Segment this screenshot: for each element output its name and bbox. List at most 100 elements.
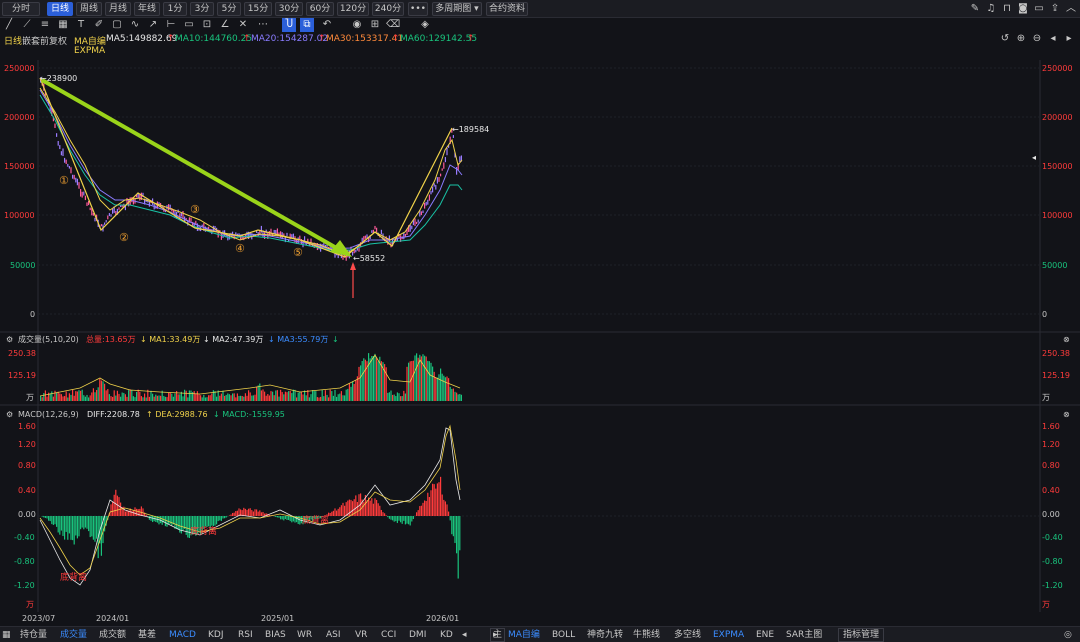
price-candle: [283, 233, 285, 236]
volume-ma2: ↓ MA2:47.39万: [203, 335, 263, 344]
tab-wr[interactable]: WR: [297, 628, 312, 642]
volume-bar: [273, 395, 275, 401]
volume-bar: [211, 393, 213, 401]
macd-bar: [344, 505, 346, 516]
macd-close-icon[interactable]: ⊗: [1063, 410, 1070, 419]
price-candle: [438, 176, 440, 182]
volume-bar: [51, 391, 53, 401]
tab-bias[interactable]: BIAS: [265, 628, 286, 642]
tab-bull-bear[interactable]: 牛熊线: [633, 628, 660, 642]
volume-bar: [267, 394, 269, 401]
tab-long-short[interactable]: 多空线: [674, 628, 701, 642]
volume-bar: [254, 394, 256, 401]
grid-icon[interactable]: ▦: [2, 628, 11, 642]
volume-bar: [361, 360, 363, 401]
macd-bar: [80, 516, 82, 530]
volume-bar: [73, 395, 75, 401]
tabs-left-arrow-icon[interactable]: ◂: [462, 628, 467, 642]
volume-bar: [190, 390, 192, 401]
tab-macd[interactable]: MACD: [169, 628, 196, 642]
macd-bar: [433, 484, 435, 516]
volume-bar: [390, 390, 392, 401]
tab-expma[interactable]: EXPMA: [713, 628, 744, 642]
volume-bar: [152, 393, 154, 401]
tab-kd[interactable]: KD: [440, 628, 453, 642]
location-icon[interactable]: ◎: [1064, 628, 1072, 642]
volume-bar: [59, 393, 61, 401]
divergence-label-1: 底背离: [60, 571, 87, 583]
tab-turnover[interactable]: 成交额: [99, 628, 126, 642]
current-price-marker: ◂: [1032, 153, 1036, 162]
volume-bar: [113, 390, 115, 401]
tab-sar[interactable]: SAR主图: [786, 628, 822, 642]
tab-magic-nine[interactable]: 神奇九转: [587, 628, 623, 642]
main-indicator-toggle[interactable]: 主: [490, 628, 506, 642]
volume-bar: [232, 393, 234, 401]
volume-bar: [318, 397, 320, 401]
tab-ma-custom[interactable]: MA自编: [508, 628, 540, 642]
volume-bar: [422, 354, 424, 401]
tab-rsi[interactable]: RSI: [238, 628, 253, 642]
macd-bar: [393, 516, 395, 522]
volume-bar: [224, 395, 226, 401]
volume-settings-icon[interactable]: ⚙: [6, 335, 13, 344]
price-candle: [84, 195, 86, 201]
macd-bar: [161, 516, 163, 525]
price-candle: [364, 235, 366, 239]
tab-asi[interactable]: ASI: [326, 628, 341, 642]
macd-axis-l-6: -0.80: [14, 557, 35, 566]
macd-bar: [171, 516, 173, 526]
macd-axis-r-0: 1.60: [1042, 422, 1060, 431]
macd-bar: [137, 509, 139, 516]
macd-bar: [395, 516, 397, 522]
tab-boll[interactable]: BOLL: [552, 628, 575, 642]
volume-bar: [320, 396, 322, 401]
volume-close-icon[interactable]: ⊗: [1063, 335, 1070, 344]
volume-bar: [246, 395, 248, 401]
volume-bar: [337, 394, 339, 401]
tab-open-interest[interactable]: 持仓量: [20, 628, 47, 642]
volume-bar: [164, 396, 166, 401]
price-candle: [168, 204, 170, 211]
volume-bar: [460, 394, 462, 401]
macd-bar: [339, 507, 341, 516]
volume-bar: [313, 390, 315, 401]
volume-bar: [286, 392, 288, 401]
tab-kdj[interactable]: KDJ: [208, 628, 224, 642]
tab-volume[interactable]: 成交量: [60, 628, 87, 642]
volume-bar: [110, 396, 112, 401]
volume-bar: [299, 391, 301, 401]
volume-bar: [256, 386, 258, 401]
macd-bar: [75, 516, 77, 536]
volume-bar: [219, 395, 221, 401]
volume-bar: [281, 392, 283, 401]
macd-bar: [380, 509, 382, 516]
indicator-manage-button[interactable]: 指标管理: [838, 628, 885, 642]
macd-bar: [336, 510, 338, 516]
tab-ene[interactable]: ENE: [756, 628, 774, 642]
volume-ma1: ↓ MA1:33.49万: [140, 335, 200, 344]
tab-cci[interactable]: CCI: [381, 628, 396, 642]
volume-bar: [158, 395, 160, 401]
tab-vr[interactable]: VR: [355, 628, 367, 642]
macd-bar: [398, 516, 400, 521]
price-axis-right-4: 50000: [1042, 261, 1067, 270]
macd-settings-icon[interactable]: ⚙: [6, 410, 13, 419]
price-candle: [78, 182, 80, 189]
volume-bar: [364, 359, 366, 401]
volume-bar: [188, 390, 190, 401]
macd-bar: [224, 516, 226, 519]
price-candle: [72, 174, 74, 179]
kline-chart[interactable]: 250000 200000 150000 100000 50000 0 2500…: [0, 0, 1080, 626]
macd-bar: [180, 516, 182, 534]
macd-bar: [384, 513, 386, 516]
price-candle: [430, 190, 432, 195]
volume-bar: [264, 391, 266, 401]
price-candle: [428, 194, 430, 201]
tab-basis[interactable]: 基差: [138, 628, 156, 642]
volume-bar: [209, 395, 211, 401]
date-axis-0: 2023/07: [22, 614, 55, 623]
tab-dmi[interactable]: DMI: [409, 628, 426, 642]
volume-bar: [54, 390, 56, 401]
volume-bar: [44, 390, 46, 401]
